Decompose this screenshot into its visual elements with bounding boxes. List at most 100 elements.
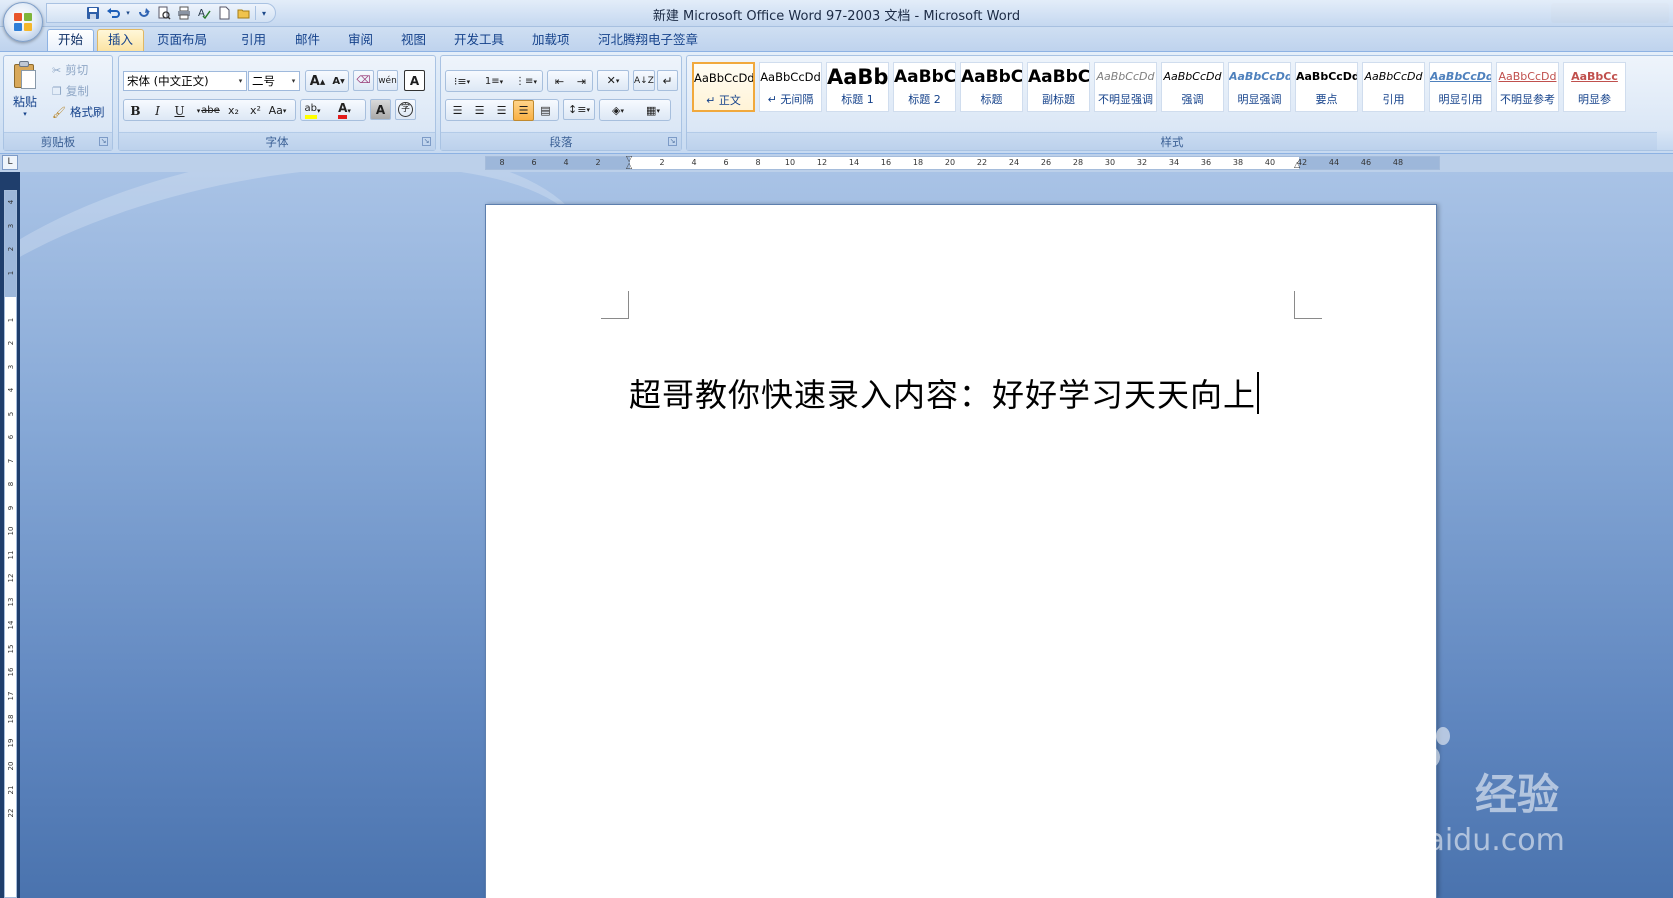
italic-button[interactable]: I bbox=[147, 100, 168, 121]
paragraph-launcher-icon[interactable]: ↘ bbox=[668, 137, 677, 146]
office-button[interactable] bbox=[3, 2, 43, 42]
style-no-spacing[interactable]: AaBbCcDd ↵ 无间隔 bbox=[759, 62, 822, 112]
ruler-number: 3 bbox=[7, 223, 15, 228]
style-sample: AaBbCcDd bbox=[1430, 70, 1491, 83]
sort-icon: A↓Z bbox=[634, 75, 654, 86]
tab-home[interactable]: 开始 bbox=[47, 29, 95, 51]
font-size-value: 二号 bbox=[252, 74, 275, 88]
style-name: 标题 2 bbox=[908, 93, 941, 106]
numbering-icon: 1≡ bbox=[484, 76, 500, 87]
ruler-number: 11 bbox=[7, 550, 15, 559]
sort-button[interactable]: A↓Z bbox=[633, 70, 655, 91]
ruler-number: 18 bbox=[912, 158, 924, 167]
ruler-number: 14 bbox=[848, 158, 860, 167]
bold-button[interactable]: B bbox=[125, 100, 146, 121]
highlight-button[interactable]: ab ▾ bbox=[302, 100, 323, 121]
font-color-button[interactable]: A ▾ bbox=[334, 100, 355, 121]
char-border-button[interactable]: A bbox=[404, 70, 425, 91]
style-title[interactable]: AaBbC 标题 bbox=[960, 62, 1023, 112]
enclose-char-button[interactable]: 字 bbox=[395, 99, 416, 120]
horizontal-ruler[interactable]: 8 6 4 2 2 4 6 8 10 12 14 16 18 20 22 24 26 28 30 32 34 36 38 40… bbox=[485, 155, 1440, 170]
tab-insert[interactable]: 插入 bbox=[97, 29, 145, 51]
superscript-button[interactable]: x² bbox=[245, 100, 266, 121]
ruler-number: 46 bbox=[1360, 158, 1372, 167]
tab-page-layout[interactable]: 页面布局 bbox=[146, 29, 218, 51]
ruler-number: 26 bbox=[1040, 158, 1052, 167]
font-launcher-icon[interactable]: ↘ bbox=[422, 137, 431, 146]
ruler-number: 12 bbox=[816, 158, 828, 167]
clear-format-button[interactable]: ⌫ bbox=[353, 70, 374, 91]
style-heading-2[interactable]: AaBbC 标题 2 bbox=[893, 62, 956, 112]
ribbon-tab-bar: 开始 插入 页面布局 引用 邮件 审阅 视图 开发工具 加载项 河北腾翔电子签章 bbox=[0, 27, 1673, 51]
list-group: ⁝≡ ▾ 1≡ ▾ ⋮≡ ▾ bbox=[445, 70, 543, 92]
style-subtle-emphasis[interactable]: AaBbCcDd 不明显强调 bbox=[1094, 62, 1157, 112]
style-intense-reference[interactable]: AaBbCc 明显参 bbox=[1563, 62, 1626, 112]
shading-button[interactable]: ◈ ▾ bbox=[601, 100, 635, 121]
strikethrough-button[interactable]: abe bbox=[200, 100, 221, 121]
style-subtitle[interactable]: AaBbC 副标题 bbox=[1027, 62, 1090, 112]
style-quote[interactable]: AaBbCcDd 引用 bbox=[1362, 62, 1425, 112]
grow-font-button[interactable]: A ▲ bbox=[307, 71, 328, 92]
increase-indent-icon[interactable]: ⇥ bbox=[571, 71, 592, 92]
align-left-icon[interactable]: ☰ bbox=[447, 100, 468, 121]
tab-developer[interactable]: 开发工具 bbox=[443, 29, 515, 51]
phonetic-guide-button[interactable]: wén bbox=[377, 70, 398, 91]
scissors-icon: ✂ bbox=[52, 63, 62, 77]
right-indent-marker[interactable]: △ bbox=[1294, 160, 1302, 170]
char-shading-button[interactable]: A bbox=[370, 99, 391, 120]
window-controls[interactable] bbox=[1551, 3, 1669, 23]
decrease-indent-icon[interactable]: ⇤ bbox=[549, 71, 570, 92]
style-sample: AaBbCcDd bbox=[760, 70, 821, 84]
tab-review[interactable]: 审阅 bbox=[337, 29, 384, 51]
style-heading-1[interactable]: AaBb 标题 1 bbox=[826, 62, 889, 112]
ruler-number: 6 bbox=[7, 434, 15, 440]
change-case-button[interactable]: Aa ▾ bbox=[267, 100, 288, 121]
align-center-icon[interactable]: ☰ bbox=[469, 100, 490, 121]
chinese-layout-button[interactable]: ✕ ▾ bbox=[597, 70, 629, 91]
justify-icon[interactable]: ☰ bbox=[513, 100, 534, 121]
vertical-ruler[interactable]: 4 3 2 1 1 2 3 4 5 6 7 8 9 10 11 12 13 14 15 16 17 18 19 20 21 22 bbox=[4, 190, 17, 898]
first-line-indent-marker[interactable]: ▽ △ bbox=[626, 155, 634, 170]
styles-group-label: 样式 bbox=[687, 132, 1657, 150]
ruler-number: 15 bbox=[7, 644, 15, 653]
tab-e-signature[interactable]: 河北腾翔电子签章 bbox=[587, 29, 709, 51]
tab-add-ins[interactable]: 加载项 bbox=[521, 29, 581, 51]
align-right-icon[interactable]: ☰ bbox=[491, 100, 512, 121]
document-text-line[interactable]: 超哥教你快速录入内容：好好学习天天向上 bbox=[629, 370, 1260, 416]
bullets-button[interactable]: ⁝≡ ▾ bbox=[447, 71, 477, 92]
line-spacing-button[interactable]: ↕≡ ▾ bbox=[563, 99, 595, 120]
ruler-number: 2 bbox=[659, 158, 665, 167]
style-subtle-reference[interactable]: AaBbCcDd 不明显参考 bbox=[1496, 62, 1559, 112]
font-group-label: 字体 bbox=[119, 132, 435, 150]
borders-button[interactable]: ▦ ▾ bbox=[637, 100, 669, 121]
style-intense-emphasis[interactable]: AaBbCcDd 明显强调 bbox=[1228, 62, 1291, 112]
distributed-icon[interactable]: ▤ bbox=[535, 100, 556, 121]
cut-button[interactable]: ✂ 剪切 bbox=[52, 61, 88, 79]
clipboard-group: 粘贴 ▾ ✂ 剪切 ❐ 复制 🖌 格式刷 剪贴板 ↘ bbox=[3, 55, 113, 151]
ruler-number: 4 bbox=[691, 158, 697, 167]
underline-button[interactable]: U bbox=[169, 100, 190, 121]
shrink-font-button[interactable]: A ▼ bbox=[328, 71, 349, 92]
tab-references[interactable]: 引用 bbox=[230, 29, 277, 51]
font-size-combo[interactable]: 二号 ▾ bbox=[248, 71, 300, 91]
paste-button[interactable]: 粘贴 ▾ bbox=[8, 60, 42, 128]
font-name-combo[interactable]: 宋体 (中文正文) ▾ bbox=[123, 71, 247, 91]
clipboard-launcher-icon[interactable]: ↘ bbox=[99, 137, 108, 146]
tab-view[interactable]: 视图 bbox=[390, 29, 437, 51]
format-painter-button[interactable]: 🖌 格式刷 bbox=[52, 103, 104, 121]
numbering-button[interactable]: 1≡ ▾ bbox=[479, 71, 509, 92]
tab-selector-button[interactable]: L bbox=[2, 155, 18, 170]
multilevel-list-button[interactable]: ⋮≡ ▾ bbox=[511, 71, 541, 92]
tab-mailings[interactable]: 邮件 bbox=[284, 29, 331, 51]
subscript-button[interactable]: x₂ bbox=[223, 100, 244, 121]
style-normal[interactable]: AaBbCcDd ↵ 正文 bbox=[692, 62, 755, 112]
style-sample: AaBbCcDd bbox=[1163, 70, 1222, 83]
style-strong[interactable]: AaBbCcDd 要点 bbox=[1295, 62, 1358, 112]
show-marks-button[interactable]: ↵ bbox=[657, 70, 678, 91]
ruler-number: 16 bbox=[880, 158, 892, 167]
style-emphasis[interactable]: AaBbCcDd 强调 bbox=[1161, 62, 1224, 112]
style-intense-quote[interactable]: AaBbCcDd 明显引用 bbox=[1429, 62, 1492, 112]
ruler-number: 38 bbox=[1232, 158, 1244, 167]
indent-group: ⇤ ⇥ bbox=[547, 70, 593, 92]
copy-button[interactable]: ❐ 复制 bbox=[52, 82, 89, 100]
